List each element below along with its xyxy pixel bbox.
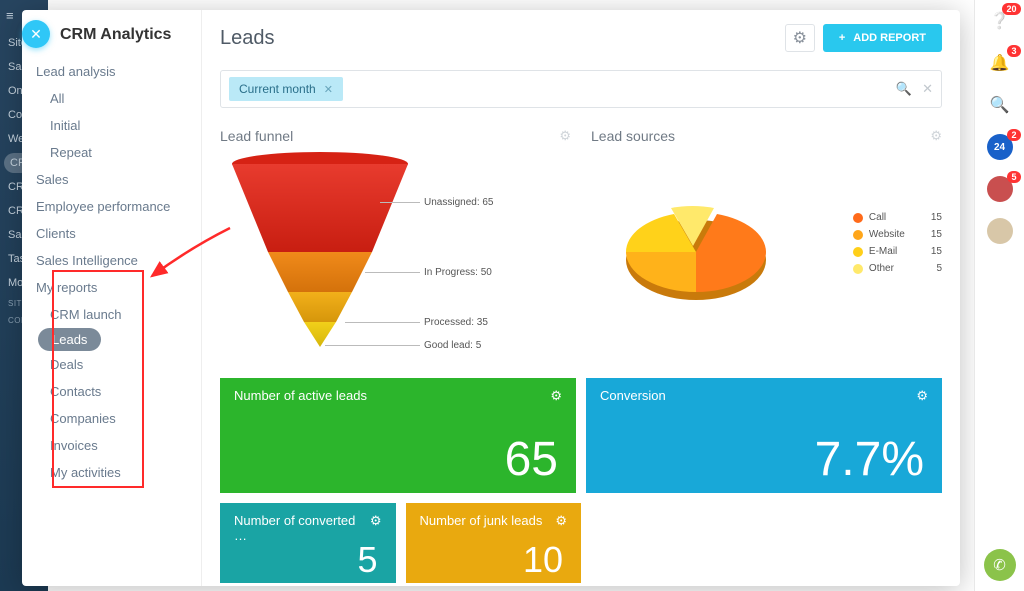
- settings-button[interactable]: ⚙: [785, 24, 815, 52]
- tile-title: Number of converted …: [234, 513, 370, 543]
- nav-sub-item[interactable]: All: [36, 85, 201, 112]
- tile-title: Number of active leads: [234, 388, 367, 404]
- filter-bar[interactable]: Current month ✕ 🔍 ✕: [220, 70, 942, 108]
- main-content: Leads ⚙ + ADD REPORT Current month ✕ 🔍 ✕ Le…: [202, 10, 960, 586]
- funnel-label-2: In Progress: 50: [424, 267, 492, 278]
- search-icon[interactable]: 🔍: [985, 90, 1015, 120]
- bell-badge: 3: [1007, 45, 1020, 57]
- nav-sub-item[interactable]: Invoices: [36, 432, 201, 459]
- nav-section[interactable]: Clients: [36, 220, 201, 247]
- b24-icon[interactable]: 242: [985, 132, 1015, 162]
- pie-legend: Call15 Website15 E-Mail15 Other5: [853, 212, 942, 280]
- page-title: Leads: [220, 27, 275, 50]
- nav-sub-item[interactable]: CRM launch: [36, 301, 201, 328]
- nav-sub-item[interactable]: Repeat: [36, 139, 201, 166]
- panel-title: CRM Analytics: [36, 26, 201, 58]
- b24-badge: 2: [1007, 129, 1020, 141]
- funnel-settings-icon[interactable]: ⚙: [559, 128, 571, 144]
- tile-value: 7.7%: [815, 432, 924, 487]
- funnel-label-3: Processed: 35: [424, 317, 488, 328]
- filter-chip[interactable]: Current month ✕: [229, 77, 343, 101]
- nav-section[interactable]: Sales: [36, 166, 201, 193]
- tile-gear-icon[interactable]: ⚙: [555, 513, 567, 529]
- legend-row: Other5: [853, 263, 942, 274]
- legend-row: Call15: [853, 212, 942, 223]
- legend-row: E-Mail15: [853, 246, 942, 257]
- avatar-2[interactable]: [985, 216, 1015, 246]
- tile-active-leads[interactable]: Number of active leads ⚙ 65: [220, 378, 576, 493]
- nav-sub-item[interactable]: My activities: [36, 459, 201, 486]
- help-badge: 20: [1002, 3, 1020, 15]
- tile-gear-icon[interactable]: ⚙: [916, 388, 928, 404]
- filter-search-icon[interactable]: 🔍: [896, 81, 912, 97]
- pie-title: Lead sources: [591, 128, 675, 144]
- funnel-title: Lead funnel: [220, 128, 293, 144]
- tile-title: Conversion: [600, 388, 666, 404]
- nav-sub-item[interactable]: Contacts: [36, 378, 201, 405]
- avatar-1[interactable]: 5: [985, 174, 1015, 204]
- pie-chart: Lead sources ⚙ Call15 Website15 E-Mail15 Oth…: [591, 128, 942, 362]
- bell-icon[interactable]: 🔔3: [985, 48, 1015, 78]
- right-rail: ❔20 🔔3 🔍 242 5 ✆: [974, 0, 1024, 591]
- funnel-label-4: Good lead: 5: [424, 340, 481, 351]
- filter-clear-icon[interactable]: ✕: [922, 81, 933, 97]
- filter-chip-label: Current month: [239, 82, 316, 96]
- funnel-label-1: Unassigned: 65: [424, 197, 494, 208]
- funnel-chart: Lead funnel ⚙: [220, 128, 571, 362]
- nav-sub-item[interactable]: Leads: [38, 328, 101, 351]
- add-report-button[interactable]: + ADD REPORT: [823, 24, 942, 52]
- help-icon[interactable]: ❔20: [985, 6, 1015, 36]
- tile-value: 10: [523, 539, 563, 581]
- add-report-label: ADD REPORT: [853, 32, 926, 44]
- sidebar: CRM Analytics Lead analysisAllInitialRep…: [22, 10, 202, 586]
- pie-settings-icon[interactable]: ⚙: [930, 128, 942, 144]
- call-button[interactable]: ✆: [984, 549, 1016, 581]
- legend-row: Website15: [853, 229, 942, 240]
- chip-remove-icon[interactable]: ✕: [324, 83, 333, 96]
- tile-value: 65: [505, 432, 558, 487]
- tile-conversion[interactable]: Conversion ⚙ 7.7%: [586, 378, 942, 493]
- nav-sub-item[interactable]: Initial: [36, 112, 201, 139]
- tile-value: 5: [357, 539, 377, 581]
- tile-junk[interactable]: Number of junk leads ⚙ 10: [406, 503, 582, 583]
- nav-section[interactable]: Sales Intelligence: [36, 247, 201, 274]
- tile-converted[interactable]: Number of converted …⚙ 5: [220, 503, 396, 583]
- tile-gear-icon[interactable]: ⚙: [550, 388, 562, 404]
- nav-section[interactable]: My reports: [36, 274, 201, 301]
- nav-section[interactable]: Lead analysis: [36, 58, 201, 85]
- nav-sub-item[interactable]: Deals: [36, 351, 201, 378]
- nav-section[interactable]: Employee performance: [36, 193, 201, 220]
- tile-title: Number of junk leads: [420, 513, 543, 529]
- avatar-badge: 5: [1007, 171, 1020, 183]
- analytics-panel: CRM Analytics Lead analysisAllInitialRep…: [22, 10, 960, 586]
- close-panel-button[interactable]: ✕: [22, 20, 50, 48]
- nav-sub-item[interactable]: Companies: [36, 405, 201, 432]
- plus-icon: +: [839, 32, 845, 44]
